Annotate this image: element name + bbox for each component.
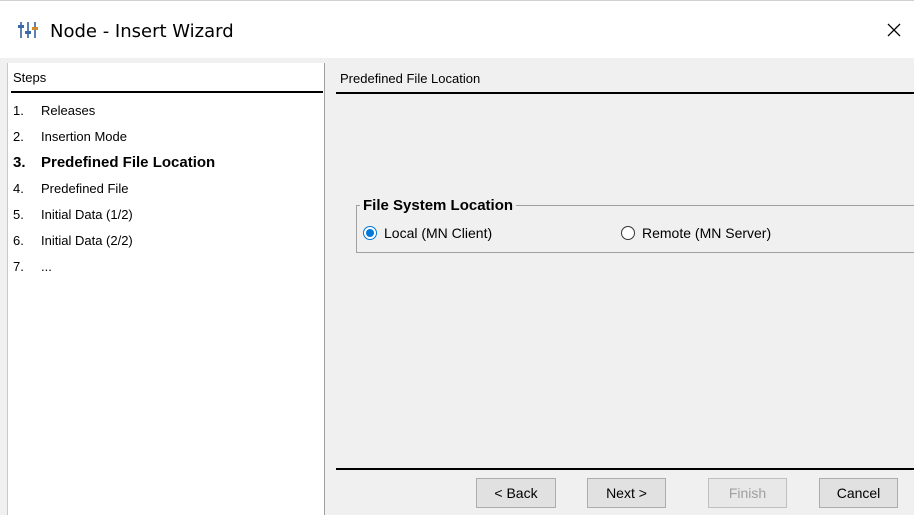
- step-insertion-mode: 2. Insertion Mode: [13, 128, 127, 146]
- step-initial-data-1: 5. Initial Data (1/2): [13, 206, 133, 224]
- sliders-icon: [18, 22, 38, 38]
- step-number: 6.: [13, 233, 24, 248]
- title-bar: Node - Insert Wizard: [0, 0, 914, 58]
- radio-local[interactable]: Local (MN Client): [363, 224, 492, 242]
- page-title: Predefined File Location: [340, 71, 481, 86]
- step-label: Predefined File Location: [41, 154, 216, 171]
- step-number: 5.: [13, 207, 24, 222]
- next-button[interactable]: Next >: [587, 478, 666, 508]
- steps-header: Steps: [13, 70, 47, 85]
- step-number: 3.: [13, 154, 26, 171]
- back-button[interactable]: < Back: [476, 478, 556, 508]
- step-label: Initial Data (2/2): [41, 233, 133, 248]
- radio-remote[interactable]: Remote (MN Server): [621, 224, 771, 242]
- step-predefined-file-location: 3. Predefined File Location: [13, 154, 215, 172]
- radio-label: Remote (MN Server): [642, 225, 772, 241]
- step-label: Initial Data (1/2): [41, 207, 133, 222]
- step-number: 7.: [13, 259, 24, 274]
- step-number: 2.: [13, 129, 24, 144]
- steps-panel: Steps 1. Releases 2. Insertion Mode 3. Pred…: [7, 63, 325, 515]
- step-label: Predefined File: [41, 181, 129, 196]
- window-title: Node - Insert Wizard: [50, 21, 234, 42]
- step-label: ...: [41, 259, 52, 274]
- step-releases: 1. Releases: [13, 102, 95, 120]
- steps-divider: [11, 91, 323, 93]
- cancel-button[interactable]: Cancel: [819, 478, 898, 508]
- radio-unselected-icon: [621, 226, 635, 240]
- step-label: Releases: [41, 103, 96, 118]
- close-icon[interactable]: [884, 20, 904, 40]
- step-initial-data-2: 6. Initial Data (2/2): [13, 232, 133, 250]
- footer-divider: [336, 468, 914, 470]
- wizard-body: Steps 1. Releases 2. Insertion Mode 3. Pred…: [0, 58, 914, 515]
- content-panel: Predefined File Location File System Loc…: [330, 63, 914, 515]
- step-label: Insertion Mode: [41, 129, 127, 144]
- step-more: 7....: [13, 258, 52, 276]
- step-predefined-file: 4. Predefined File: [13, 180, 128, 198]
- step-number: 4.: [13, 181, 24, 196]
- group-legend: File System Location: [363, 197, 514, 214]
- finish-button[interactable]: Finish: [708, 478, 787, 508]
- radio-selected-icon: [363, 226, 377, 240]
- content-divider: [336, 92, 914, 94]
- step-number: 1.: [13, 103, 24, 118]
- radio-label: Local (MN Client): [384, 225, 493, 241]
